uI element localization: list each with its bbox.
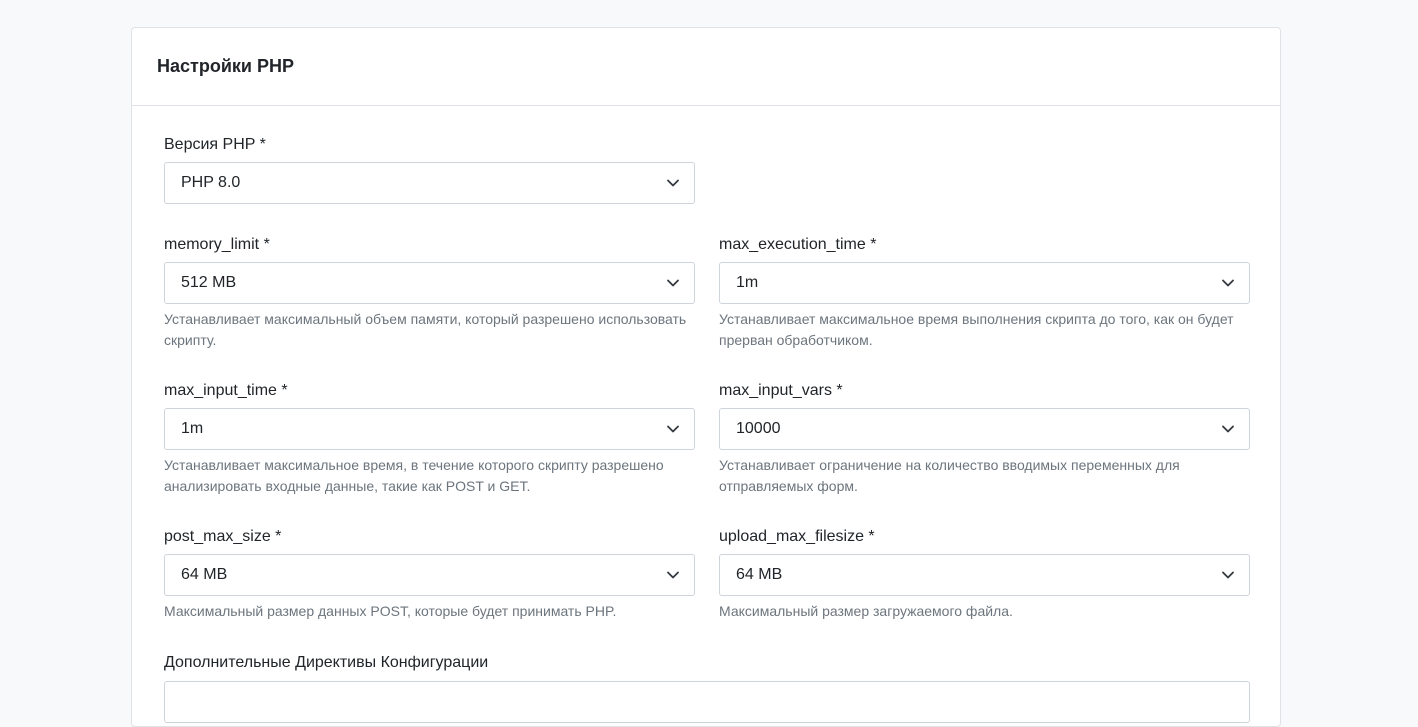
php-version-label: Версия PHP * <box>164 136 266 153</box>
post-max-size-field: post_max_size * 64 MB Максимальный разме… <box>164 527 695 619</box>
post-max-size-select[interactable]: 64 MB <box>164 554 695 596</box>
max-input-vars-field: max_input_vars * 10000 Устанавливает огр… <box>719 381 1250 494</box>
chevron-down-icon <box>667 279 679 287</box>
max-input-time-select[interactable]: 1m <box>164 408 695 450</box>
chevron-down-icon <box>1222 425 1234 433</box>
card-title: Настройки PHP <box>157 56 294 76</box>
post-max-size-value: 64 MB <box>181 566 228 583</box>
chevron-down-icon <box>1222 279 1234 287</box>
upload-max-filesize-help: Максимальный размер загружаемого файла. <box>719 603 1013 619</box>
max-input-vars-label: max_input_vars * <box>719 382 843 399</box>
extra-directives-textarea[interactable] <box>164 681 1250 723</box>
extra-directives-label: Дополнительные Директивы Конфигурации <box>164 654 489 671</box>
max-input-time-field: max_input_time * 1m Устанавливает максим… <box>164 381 695 494</box>
memory-limit-value: 512 MB <box>181 274 237 291</box>
max-execution-time-value: 1m <box>736 274 759 291</box>
upload-max-filesize-field: upload_max_filesize * 64 MB Максимальный… <box>719 527 1250 619</box>
memory-limit-help: Устанавливает максимальный объем памяти,… <box>164 311 687 348</box>
php-settings-card: Настройки PHP Версия PHP * PHP 8.0 memor… <box>131 27 1281 727</box>
max-input-vars-select[interactable]: 10000 <box>719 408 1250 450</box>
max-input-vars-help: Устанавливает ограничение на количество … <box>719 457 1180 494</box>
max-execution-time-help: Устанавливает максимальное время выполне… <box>719 311 1234 348</box>
chevron-down-icon <box>1222 571 1234 579</box>
max-execution-time-label: max_execution_time * <box>719 236 877 253</box>
post-max-size-help: Максимальный размер данных POST, которые… <box>164 603 617 619</box>
max-input-vars-value: 10000 <box>736 420 781 437</box>
upload-max-filesize-label: upload_max_filesize * <box>719 528 875 545</box>
memory-limit-field: memory_limit * 512 MB Устанавливает макс… <box>164 235 695 348</box>
php-version-field: Версия PHP * PHP 8.0 <box>164 135 695 204</box>
card-header: Настройки PHP <box>132 28 1280 106</box>
max-execution-time-select[interactable]: 1m <box>719 262 1250 304</box>
upload-max-filesize-select[interactable]: 64 MB <box>719 554 1250 596</box>
chevron-down-icon <box>667 571 679 579</box>
memory-limit-label: memory_limit * <box>164 236 270 253</box>
php-version-value: PHP 8.0 <box>181 174 241 191</box>
chevron-down-icon <box>667 425 679 433</box>
post-max-size-label: post_max_size * <box>164 528 282 545</box>
upload-max-filesize-value: 64 MB <box>736 566 783 583</box>
php-version-select[interactable]: PHP 8.0 <box>164 162 695 204</box>
max-input-time-value: 1m <box>181 420 204 437</box>
max-execution-time-field: max_execution_time * 1m Устанавливает ма… <box>719 235 1250 348</box>
memory-limit-select[interactable]: 512 MB <box>164 262 695 304</box>
max-input-time-label: max_input_time * <box>164 382 288 399</box>
max-input-time-help: Устанавливает максимальное время, в тече… <box>164 457 664 494</box>
chevron-down-icon <box>667 179 679 187</box>
extra-directives-field: Дополнительные Директивы Конфигурации <box>164 653 1250 673</box>
